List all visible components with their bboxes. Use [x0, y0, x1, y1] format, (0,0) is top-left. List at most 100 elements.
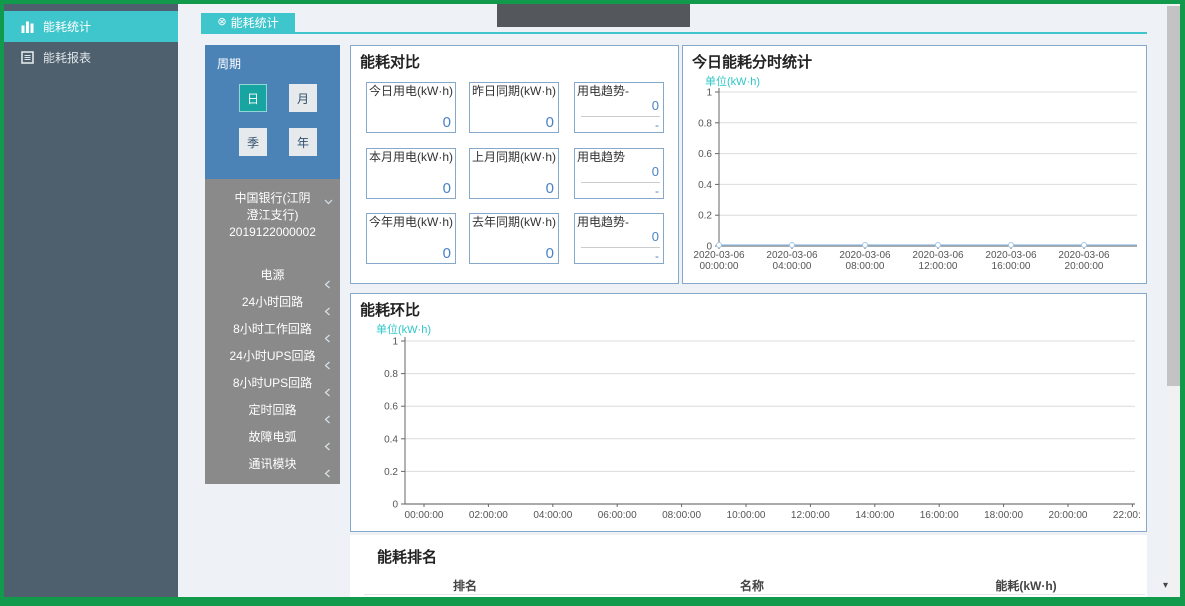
hourly-chart-panel: 今日能耗分时统计 单位(kW·h) 00.20.40.60.812020-03-… — [682, 45, 1147, 284]
chevron-left-icon — [324, 461, 331, 488]
sidebar-item-label: 能耗报表 — [43, 49, 91, 66]
ranking-column-header: 能耗(kW·h) — [995, 577, 1056, 594]
svg-text:20:00:00: 20:00:00 — [1065, 261, 1104, 272]
hourly-chart-title: 今日能耗分时统计 — [683, 46, 1146, 72]
tab-close-icon[interactable]: ⊗ — [217, 17, 226, 28]
ranking-column-header: 名称 — [740, 577, 764, 594]
energy-card: 今年用电(kW·h)0 — [366, 213, 456, 264]
svg-text:0.2: 0.2 — [384, 467, 398, 478]
period-panel: 周期 日月季年 — [205, 45, 340, 179]
svg-text:02:00:00: 02:00:00 — [469, 510, 508, 521]
card-value: 0 — [546, 114, 554, 131]
period-button-quarter[interactable]: 季 — [239, 128, 267, 156]
bar-chart-icon — [20, 20, 34, 34]
energy-card: 上月同期(kW·h)0 — [469, 148, 559, 199]
org-selector[interactable]: 中国银行(江阴 澄江支行) 2019122000002 — [205, 179, 340, 241]
card-value: 0 — [443, 180, 451, 197]
energy-card: 用电趋势-0 - — [574, 82, 664, 133]
svg-text:2020-03-06: 2020-03-06 — [766, 250, 818, 261]
org-menu-item[interactable]: 8小时工作回路 — [205, 316, 340, 343]
org-name-line1: 中国银行(江阴 — [205, 190, 340, 207]
org-menu: 电源 24小时回路 8小时工作回路 24小时UPS回路8小时UPS回路定时回路故障电弧… — [205, 262, 340, 478]
org-menu-item[interactable]: 24小时UPS回路 — [205, 343, 340, 370]
ranking-title: 能耗排名 — [377, 546, 437, 567]
org-menu-item[interactable]: 电源 — [205, 262, 340, 289]
org-menu-item-label: 故障电弧 — [248, 430, 296, 444]
hourly-line-chart: 00.20.40.60.812020-03-0600:00:002020-03-… — [689, 86, 1141, 282]
energy-card: 用电趋势-0- — [574, 213, 664, 264]
report-icon — [20, 51, 34, 65]
ring-comparison-chart-panel: 能耗环比 单位(kW·h) 00.20.40.60.8100:00:0002:0… — [350, 293, 1147, 532]
tab-energy-stats[interactable]: ⊗ 能耗统计 — [201, 13, 295, 32]
energy-card: 去年同期(kW·h)0 — [469, 213, 559, 264]
sidebar: 能耗统计能耗报表 — [4, 4, 178, 597]
svg-text:0.4: 0.4 — [698, 180, 712, 191]
org-menu-item[interactable]: 24小时回路 — [205, 289, 340, 316]
ring-comparison-line-chart: 00.20.40.60.8100:00:0002:00:0004:00:0006… — [357, 334, 1141, 526]
svg-text:0.6: 0.6 — [698, 149, 712, 160]
card-label: 用电趋势 — [575, 149, 663, 165]
tab-underline — [201, 32, 1147, 34]
trend-divider — [581, 116, 660, 117]
card-label: 用电趋势- — [575, 83, 663, 99]
card-value: 0 — [443, 245, 451, 262]
sidebar-item[interactable]: 能耗统计 — [4, 11, 178, 42]
period-button-month[interactable]: 月 — [289, 84, 317, 112]
period-button-year[interactable]: 年 — [289, 128, 317, 156]
org-menu-item[interactable]: 通讯模块 — [205, 451, 340, 478]
org-panel: 中国银行(江阴 澄江支行) 2019122000002 电源 24小时回路 8小时工… — [205, 179, 340, 484]
trend-denominator: - — [655, 118, 659, 132]
svg-text:14:00:00: 14:00:00 — [855, 510, 894, 521]
org-menu-item[interactable]: 定时回路 — [205, 397, 340, 424]
ranking-header-divider — [364, 594, 1145, 595]
svg-text:0.4: 0.4 — [384, 434, 398, 445]
org-menu-item-label: 定时回路 — [248, 403, 296, 417]
scroll-down-arrow-icon[interactable]: ▾ — [1163, 580, 1168, 591]
org-menu-item-label: 通讯模块 — [248, 457, 296, 471]
trend-divider — [581, 182, 660, 183]
org-menu-item[interactable]: 8小时UPS回路 — [205, 370, 340, 397]
svg-text:0: 0 — [392, 500, 398, 511]
svg-text:2020-03-06: 2020-03-06 — [1058, 250, 1110, 261]
energy-card: 本月用电(kW·h)0 — [366, 148, 456, 199]
trend-divider — [581, 247, 660, 248]
svg-text:06:00:00: 06:00:00 — [598, 510, 637, 521]
trend-denominator: - — [655, 184, 659, 198]
sidebar-item[interactable]: 能耗报表 — [4, 42, 178, 73]
svg-text:16:00:00: 16:00:00 — [920, 510, 959, 521]
trend-denominator: - — [655, 249, 659, 263]
org-menu-item-label: 8小时工作回路 — [233, 322, 312, 336]
svg-text:00:00:00: 00:00:00 — [405, 510, 444, 521]
svg-text:16:00:00: 16:00:00 — [992, 261, 1031, 272]
period-button-day[interactable]: 日 — [239, 84, 267, 112]
ranking-headers: 排名名称能耗(kW·h) — [350, 577, 1147, 593]
svg-text:10:00:00: 10:00:00 — [727, 510, 766, 521]
svg-text:08:00:00: 08:00:00 — [846, 261, 885, 272]
org-menu-item-label: 24小时回路 — [242, 295, 303, 309]
vertical-scrollbar[interactable] — [1167, 4, 1180, 597]
scrollbar-thumb[interactable] — [1167, 6, 1180, 386]
card-label: 上月同期(kW·h) — [470, 149, 558, 165]
card-value: 0 — [546, 245, 554, 262]
svg-text:12:00:00: 12:00:00 — [919, 261, 958, 272]
comparison-cards: 今日用电(kW·h)0昨日同期(kW·h)0用电趋势-0-本月用电(kW·h)0… — [351, 46, 678, 283]
svg-text:20:00:00: 20:00:00 — [1049, 510, 1088, 521]
trend-numerator: 0 — [652, 229, 659, 244]
org-menu-item[interactable]: 故障电弧 — [205, 424, 340, 451]
svg-text:12:00:00: 12:00:00 — [791, 510, 830, 521]
svg-text:18:00:00: 18:00:00 — [984, 510, 1023, 521]
trend-numerator: 0 — [652, 164, 659, 179]
svg-text:1: 1 — [706, 88, 712, 99]
top-dialog-fragment — [497, 4, 690, 27]
trend-numerator: 0 — [652, 98, 659, 113]
svg-text:0.8: 0.8 — [698, 118, 712, 129]
svg-text:2020-03-06: 2020-03-06 — [839, 250, 891, 261]
card-label: 今日用电(kW·h) — [367, 83, 455, 99]
svg-text:0.6: 0.6 — [384, 402, 398, 413]
svg-text:08:00:00: 08:00:00 — [662, 510, 701, 521]
svg-text:04:00:00: 04:00:00 — [773, 261, 812, 272]
energy-card: 今日用电(kW·h)0 — [366, 82, 456, 133]
svg-text:22:00:00: 22:00:00 — [1113, 510, 1141, 521]
energy-card: 昨日同期(kW·h)0 — [469, 82, 559, 133]
period-buttons: 日月季年 — [239, 84, 319, 159]
